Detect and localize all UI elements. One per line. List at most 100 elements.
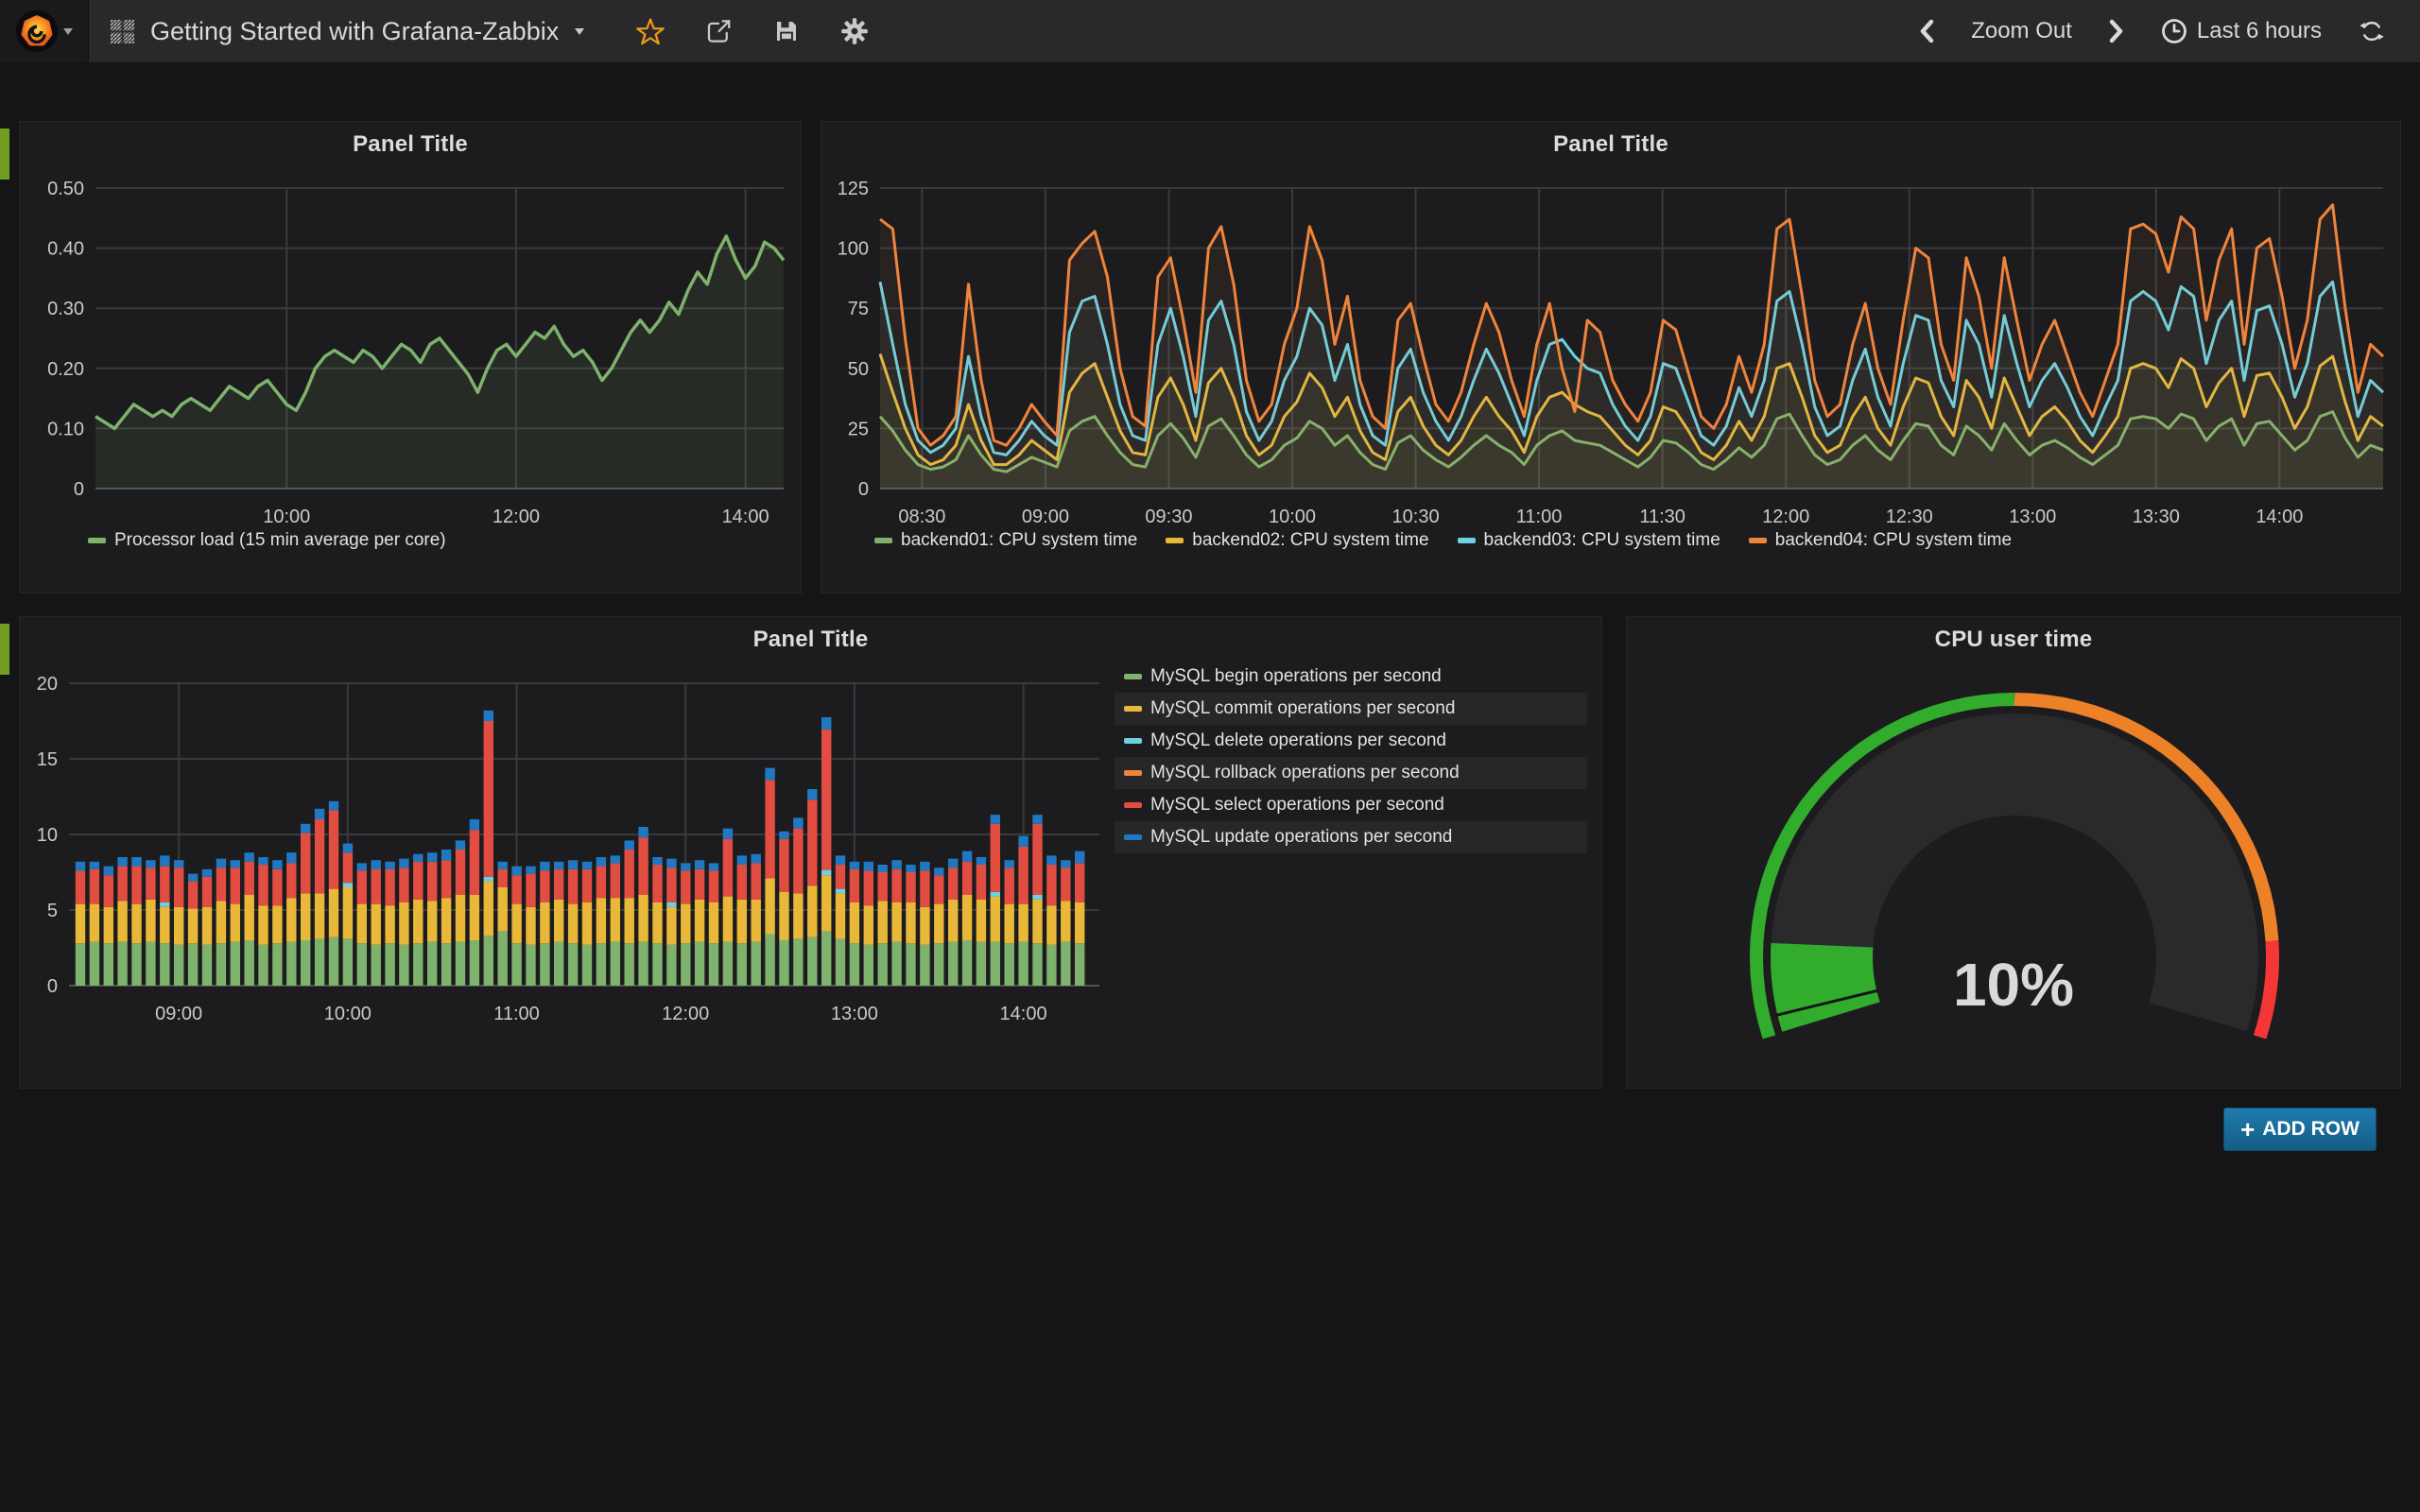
svg-text:10: 10	[37, 825, 58, 846]
legend-label: MySQL update operations per second	[1150, 827, 1452, 848]
caret-down-icon	[62, 26, 74, 36]
svg-text:125: 125	[838, 179, 869, 199]
panel-mysql-operations: Panel Title 09:0010:0011:0012:0013:0014:…	[19, 616, 1602, 1089]
add-row-button[interactable]: + ADD ROW	[2223, 1108, 2377, 1151]
svg-text:12:00: 12:00	[1762, 507, 1809, 527]
svg-text:0: 0	[858, 479, 869, 500]
legend-item[interactable]: MySQL commit operations per second	[1115, 693, 1587, 725]
grafana-dashboard: Getting Started with Grafana-Zabbix	[0, 0, 2420, 1512]
panel-processor-load: Panel Title 10:0012:0014:000.500.400.300…	[19, 121, 802, 593]
svg-text:10:30: 10:30	[1392, 507, 1440, 527]
navbar-time-controls: Zoom Out Last 6 hours	[1912, 11, 2420, 51]
legend-label: backend03: CPU system time	[1484, 530, 1720, 551]
refresh-button[interactable]	[2352, 11, 2392, 51]
chevron-left-icon	[1918, 18, 1935, 44]
svg-text:0.50: 0.50	[47, 179, 84, 199]
legend-color-swatch	[1124, 674, 1142, 679]
time-shift-back-button[interactable]	[1912, 12, 1941, 50]
chart-legend: MySQL begin operations per second MySQL c…	[1115, 661, 1587, 853]
legend-color-swatch	[1458, 538, 1476, 543]
svg-text:5: 5	[47, 901, 58, 921]
svg-text:10:00: 10:00	[1269, 507, 1316, 527]
row-collapse-tab[interactable]	[0, 129, 9, 180]
chart-legend: backend01: CPU system time backend02: CPU…	[874, 530, 2012, 551]
svg-text:13:00: 13:00	[2009, 507, 2056, 527]
zoom-out-label: Zoom Out	[1971, 18, 2072, 44]
save-button[interactable]	[767, 11, 806, 51]
svg-text:12:30: 12:30	[1886, 507, 1933, 527]
legend-color-swatch	[1124, 738, 1142, 744]
svg-text:10:00: 10:00	[263, 507, 310, 527]
navbar: Getting Started with Grafana-Zabbix	[0, 0, 2420, 62]
share-button[interactable]	[699, 11, 738, 51]
svg-text:11:30: 11:30	[1639, 507, 1685, 527]
row-collapse-tab[interactable]	[0, 624, 9, 675]
legend-item[interactable]: MySQL begin operations per second	[1115, 661, 1587, 693]
legend-color-swatch	[1124, 706, 1142, 712]
svg-text:12:00: 12:00	[662, 1004, 709, 1024]
panel-cpu-user-time-gauge: CPU user time 10%	[1626, 616, 2401, 1089]
grafana-logo-icon	[15, 9, 59, 53]
legend-color-swatch	[1749, 538, 1767, 543]
svg-text:0.40: 0.40	[47, 239, 84, 260]
legend-item[interactable]: MySQL rollback operations per second	[1115, 757, 1587, 789]
legend-item[interactable]: backend01: CPU system time	[874, 530, 1137, 551]
svg-text:12:00: 12:00	[493, 507, 540, 527]
legend-label: MySQL begin operations per second	[1150, 666, 1442, 687]
time-shift-forward-button[interactable]	[2102, 12, 2131, 50]
svg-text:13:00: 13:00	[831, 1004, 878, 1024]
legend-label: MySQL select operations per second	[1150, 795, 1444, 816]
share-icon	[704, 17, 733, 45]
legend-color-swatch	[1124, 834, 1142, 840]
chart-svg: 10:0012:0014:000.500.400.300.200.100	[20, 122, 803, 594]
svg-text:75: 75	[848, 299, 869, 319]
grafana-menu-button[interactable]	[0, 0, 89, 62]
star-button[interactable]	[631, 11, 670, 51]
processor-load-chart[interactable]: 10:0012:0014:000.500.400.300.200.100	[20, 122, 803, 599]
legend-item[interactable]: backend03: CPU system time	[1458, 530, 1720, 551]
svg-text:11:00: 11:00	[1516, 507, 1563, 527]
chart-legend: Processor load (15 min average per core)	[88, 530, 446, 551]
settings-button[interactable]	[835, 11, 874, 51]
chevron-right-icon	[2108, 18, 2125, 44]
legend-label: backend02: CPU system time	[1192, 530, 1428, 551]
svg-text:0.20: 0.20	[47, 359, 84, 380]
legend-item[interactable]: backend04: CPU system time	[1749, 530, 2012, 551]
legend-item[interactable]: MySQL update operations per second	[1115, 821, 1587, 853]
caret-down-icon	[574, 26, 585, 36]
add-row-label: ADD ROW	[2262, 1118, 2360, 1141]
zoom-out-button[interactable]: Zoom Out	[1965, 12, 2078, 50]
dashboard-title-dropdown[interactable]: Getting Started with Grafana-Zabbix	[89, 0, 610, 62]
legend-color-swatch	[874, 538, 892, 543]
legend-item[interactable]: MySQL select operations per second	[1115, 789, 1587, 821]
svg-text:100: 100	[838, 239, 869, 260]
legend-label: backend04: CPU system time	[1775, 530, 2012, 551]
legend-color-swatch	[1124, 802, 1142, 808]
legend-item[interactable]: MySQL delete operations per second	[1115, 725, 1587, 757]
svg-text:0.10: 0.10	[47, 419, 84, 439]
svg-text:11:00: 11:00	[493, 1004, 540, 1024]
cpu-system-time-chart[interactable]: 08:30 09:00 09:30 10:00 10:30 11:00 11:30 12:00…	[821, 122, 2402, 599]
legend-item[interactable]: backend02: CPU system time	[1166, 530, 1428, 551]
time-range-picker[interactable]: Last 6 hours	[2155, 12, 2327, 50]
svg-text:14:00: 14:00	[1000, 1004, 1047, 1024]
svg-text:08:30: 08:30	[898, 507, 945, 527]
star-icon	[636, 17, 665, 45]
svg-text:09:30: 09:30	[1145, 507, 1192, 527]
svg-text:09:00: 09:00	[155, 1004, 202, 1024]
svg-text:0.30: 0.30	[47, 299, 84, 319]
legend-label: Processor load (15 min average per core)	[114, 530, 446, 551]
svg-text:09:00: 09:00	[1022, 507, 1069, 527]
chart-svg: 08:30 09:00 09:30 10:00 10:30 11:00 11:30 12:00…	[821, 122, 2402, 594]
svg-text:14:00: 14:00	[722, 507, 769, 527]
legend-color-swatch	[88, 538, 106, 543]
gear-icon	[840, 17, 869, 45]
legend-label: backend01: CPU system time	[901, 530, 1137, 551]
svg-text:0: 0	[47, 976, 58, 997]
save-icon	[772, 17, 801, 45]
legend-item[interactable]: Processor load (15 min average per core)	[88, 530, 446, 551]
svg-text:50: 50	[848, 359, 869, 380]
legend-label: MySQL commit operations per second	[1150, 698, 1455, 719]
cpu-user-time-gauge[interactable]	[1627, 617, 2402, 1094]
legend-label: MySQL rollback operations per second	[1150, 763, 1460, 783]
